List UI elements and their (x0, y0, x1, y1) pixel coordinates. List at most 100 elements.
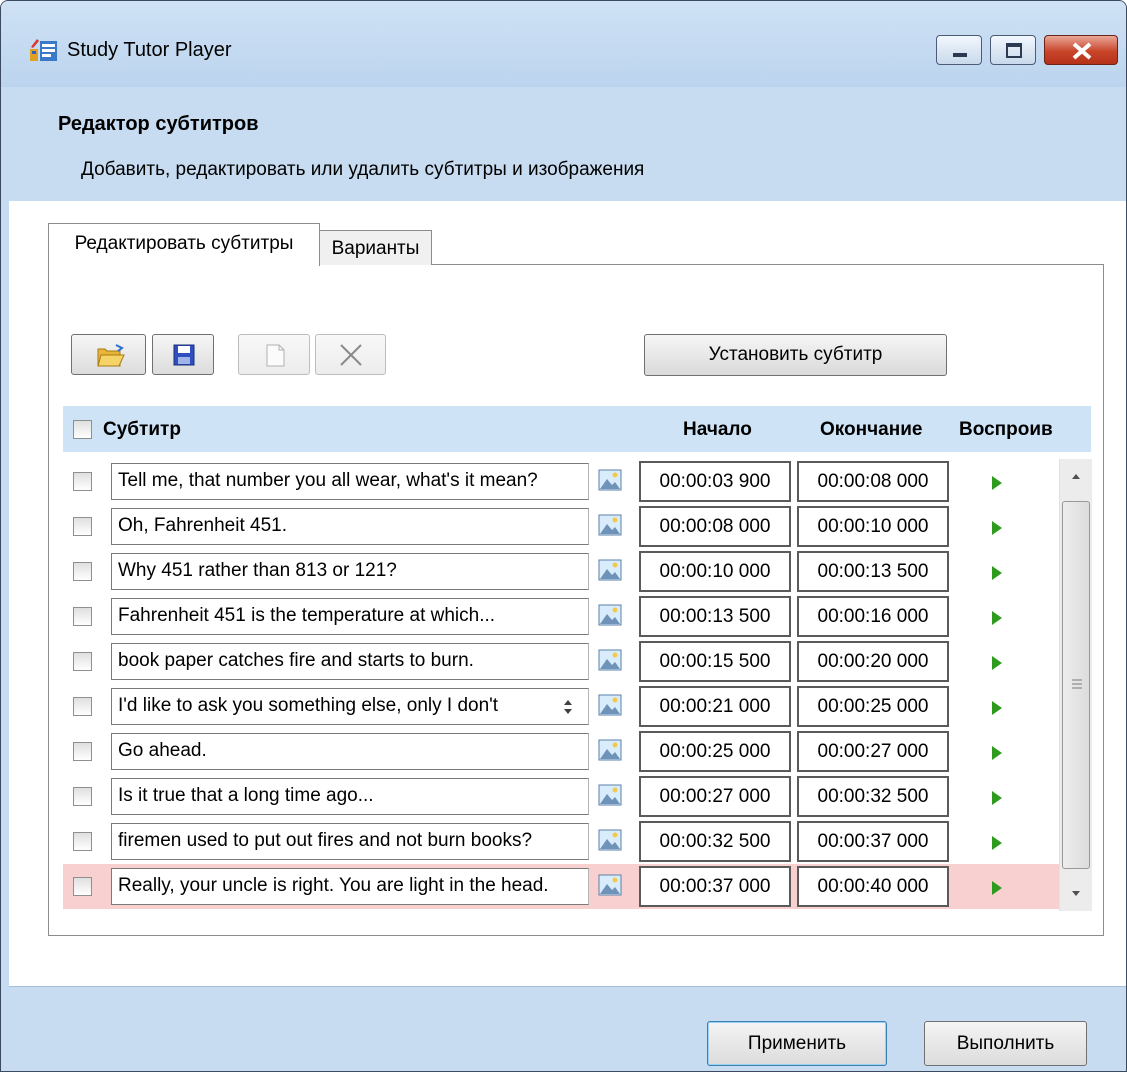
image-icon[interactable] (598, 874, 622, 896)
open-button[interactable] (71, 334, 146, 375)
run-button[interactable]: Выполнить (924, 1021, 1087, 1066)
play-icon[interactable] (991, 700, 1003, 716)
start-time-field[interactable]: 00:00:37 000 (639, 866, 791, 907)
end-time-field[interactable]: 00:00:13 500 (797, 551, 949, 592)
tab-options[interactable]: Варианты (319, 230, 432, 265)
play-icon[interactable] (991, 835, 1003, 851)
play-icon[interactable] (991, 520, 1003, 536)
play-icon[interactable] (991, 880, 1003, 896)
save-button[interactable] (152, 334, 214, 375)
row-checkbox[interactable] (73, 697, 92, 716)
start-time-field[interactable]: 00:00:21 000 (639, 686, 791, 727)
scroll-up-icon[interactable] (1069, 471, 1083, 481)
tab-edit-subtitles[interactable]: Редактировать субтитры (48, 223, 320, 266)
table-row[interactable]: firemen used to put out fires and not bu… (63, 819, 1059, 864)
row-checkbox[interactable] (73, 877, 92, 896)
subtitle-text: Go ahead. (118, 740, 207, 761)
play-icon[interactable] (991, 565, 1003, 581)
subtitle-text-field[interactable]: firemen used to put out fires and not bu… (111, 823, 589, 860)
play-icon[interactable] (991, 745, 1003, 761)
subtitle-text: Tell me, that number you all wear, what'… (118, 470, 538, 491)
end-time-field[interactable]: 00:00:37 000 (797, 821, 949, 862)
title-bar[interactable]: Study Tutor Player (1, 1, 1126, 87)
end-time-field[interactable]: 00:00:20 000 (797, 641, 949, 682)
delete-button[interactable] (315, 334, 386, 375)
new-button[interactable] (238, 334, 310, 375)
image-icon[interactable] (598, 784, 622, 806)
subtitle-text: Is it true that a long time ago... (118, 785, 374, 806)
set-subtitle-button[interactable]: Установить субтитр (644, 334, 947, 376)
grid-header: Субтитр Начало Окончание Воспроив (63, 406, 1091, 452)
image-icon[interactable] (598, 739, 622, 761)
image-icon[interactable] (598, 829, 622, 851)
start-time-field[interactable]: 00:00:15 500 (639, 641, 791, 682)
image-icon[interactable] (598, 469, 622, 491)
play-icon[interactable] (991, 610, 1003, 626)
column-play-header: Воспроив (959, 419, 1053, 440)
select-all-checkbox[interactable] (73, 420, 92, 439)
table-row[interactable]: I'd like to ask you something else, only… (63, 684, 1059, 729)
scroll-down-icon[interactable] (1069, 889, 1083, 899)
image-icon[interactable] (598, 694, 622, 716)
text-spinner-icon[interactable] (562, 696, 574, 718)
page-title: Редактор субтитров (58, 113, 259, 135)
row-checkbox[interactable] (73, 472, 92, 491)
play-icon[interactable] (991, 655, 1003, 671)
image-icon[interactable] (598, 559, 622, 581)
subtitle-text-field[interactable]: book paper catches fire and starts to bu… (111, 643, 589, 680)
row-checkbox[interactable] (73, 652, 92, 671)
scrollbar-thumb[interactable] (1062, 501, 1090, 869)
table-row[interactable]: Is it true that a long time ago... 00:00:… (63, 774, 1059, 819)
minimize-button[interactable] (936, 35, 982, 65)
table-row[interactable]: Oh, Fahrenheit 451. 00:00:08 000 00:00:10 … (63, 504, 1059, 549)
subtitle-text: book paper catches fire and starts to bu… (118, 650, 474, 671)
play-icon[interactable] (991, 475, 1003, 491)
subtitle-text-field[interactable]: Fahrenheit 451 is the temperature at whi… (111, 598, 589, 635)
start-time-field[interactable]: 00:00:13 500 (639, 596, 791, 637)
subtitle-text-field[interactable]: Is it true that a long time ago... (111, 778, 589, 815)
start-time-field[interactable]: 00:00:03 900 (639, 461, 791, 502)
end-time-field[interactable]: 00:00:16 000 (797, 596, 949, 637)
end-time-field[interactable]: 00:00:10 000 (797, 506, 949, 547)
app-window: Study Tutor Player Редактор субтитров До… (0, 0, 1127, 1072)
row-checkbox[interactable] (73, 517, 92, 536)
save-floppy-icon (173, 344, 195, 366)
end-time-field[interactable]: 00:00:40 000 (797, 866, 949, 907)
image-icon[interactable] (598, 604, 622, 626)
maximize-button[interactable] (990, 35, 1036, 65)
subtitle-text-field[interactable]: Really, your uncle is right. You are lig… (111, 868, 589, 905)
start-time-field[interactable]: 00:00:25 000 (639, 731, 791, 772)
row-checkbox[interactable] (73, 787, 92, 806)
end-time-field[interactable]: 00:00:08 000 (797, 461, 949, 502)
table-row[interactable]: book paper catches fire and starts to bu… (63, 639, 1059, 684)
grid-scrollbar[interactable] (1059, 459, 1092, 911)
table-row[interactable]: Really, your uncle is right. You are lig… (63, 864, 1059, 909)
start-time-field[interactable]: 00:00:32 500 (639, 821, 791, 862)
end-time-field[interactable]: 00:00:32 500 (797, 776, 949, 817)
subtitle-text: Really, your uncle is right. You are lig… (118, 875, 549, 896)
table-row[interactable]: Why 451 rather than 813 or 121? 00:00:10 … (63, 549, 1059, 594)
row-checkbox[interactable] (73, 562, 92, 581)
subtitle-text-field[interactable]: Tell me, that number you all wear, what'… (111, 463, 589, 500)
row-checkbox[interactable] (73, 742, 92, 761)
play-icon[interactable] (991, 790, 1003, 806)
subtitle-text-field[interactable]: I'd like to ask you something else, only… (111, 688, 589, 725)
row-checkbox[interactable] (73, 832, 92, 851)
image-icon[interactable] (598, 649, 622, 671)
table-row[interactable]: Tell me, that number you all wear, what'… (63, 459, 1059, 504)
window-title: Study Tutor Player (67, 39, 232, 61)
row-checkbox[interactable] (73, 607, 92, 626)
table-row[interactable]: Go ahead. 00:00:25 000 00:00:27 000 (63, 729, 1059, 774)
end-time-field[interactable]: 00:00:27 000 (797, 731, 949, 772)
table-row[interactable]: Fahrenheit 451 is the temperature at whi… (63, 594, 1059, 639)
subtitle-text-field[interactable]: Why 451 rather than 813 or 121? (111, 553, 589, 590)
start-time-field[interactable]: 00:00:08 000 (639, 506, 791, 547)
start-time-field[interactable]: 00:00:27 000 (639, 776, 791, 817)
start-time-field[interactable]: 00:00:10 000 (639, 551, 791, 592)
end-time-field[interactable]: 00:00:25 000 (797, 686, 949, 727)
image-icon[interactable] (598, 514, 622, 536)
apply-button[interactable]: Применить (707, 1021, 887, 1066)
close-button[interactable] (1044, 35, 1118, 65)
subtitle-text-field[interactable]: Go ahead. (111, 733, 589, 770)
subtitle-text-field[interactable]: Oh, Fahrenheit 451. (111, 508, 589, 545)
